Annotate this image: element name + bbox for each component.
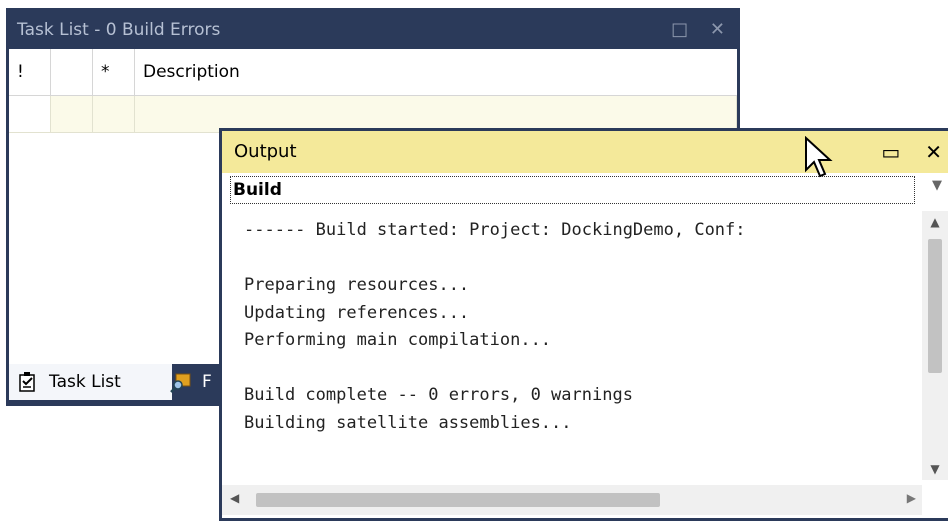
- scroll-right-icon[interactable]: ▶: [907, 491, 916, 505]
- output-text-area[interactable]: ------ Build started: Project: DockingDe…: [222, 211, 922, 480]
- maximize-icon[interactable]: ▭: [881, 140, 900, 164]
- chevron-down-icon[interactable]: ▼: [932, 178, 942, 193]
- task-list-header-row: ! * Description: [9, 49, 737, 96]
- column-description-header[interactable]: Description: [135, 49, 737, 95]
- maximize-icon[interactable]: □: [671, 19, 688, 40]
- task-list-title: Task List - 0 Build Errors: [17, 20, 221, 40]
- find-results-icon: [170, 373, 191, 393]
- mouse-cursor-icon: [805, 136, 833, 178]
- scroll-left-icon[interactable]: ◀: [230, 491, 239, 505]
- tab-task-list-label: Task List: [49, 372, 121, 392]
- table-cell[interactable]: [135, 96, 737, 132]
- tab-task-list[interactable]: Task List: [9, 364, 172, 400]
- tab-find-results-label: F: [202, 372, 212, 392]
- vertical-scrollbar[interactable]: ▲ ▼: [922, 211, 948, 480]
- column-checked-header[interactable]: *: [93, 49, 135, 95]
- column-priority-header[interactable]: !: [9, 49, 51, 95]
- scroll-down-icon[interactable]: ▼: [922, 462, 948, 476]
- output-title: Output: [234, 141, 297, 162]
- output-line: Building satellite assemblies...: [244, 412, 572, 433]
- output-line: ------ Build started: Project: DockingDe…: [244, 220, 746, 240]
- close-icon[interactable]: ✕: [925, 140, 942, 164]
- scroll-up-icon[interactable]: ▲: [922, 215, 948, 229]
- output-line: Preparing resources...: [244, 275, 470, 295]
- table-cell: [51, 96, 93, 132]
- output-line: Performing main compilation...: [244, 330, 552, 350]
- output-source-dropdown[interactable]: Build ▼: [222, 173, 948, 209]
- table-cell: [93, 96, 135, 132]
- horizontal-scrollbar[interactable]: ◀ ▶: [222, 485, 922, 515]
- vertical-scroll-thumb[interactable]: [928, 239, 942, 373]
- horizontal-scroll-thumb[interactable]: [256, 493, 660, 507]
- output-line: Updating references...: [244, 302, 470, 323]
- close-icon[interactable]: ✕: [710, 19, 725, 40]
- table-cell: [9, 96, 51, 132]
- output-pane: Build ▼ ------ Build started: Project: D…: [222, 173, 948, 518]
- output-line: Build complete -- 0 errors, 0 warnings: [244, 385, 633, 405]
- task-list-titlebar[interactable]: Task List - 0 Build Errors □ ✕: [9, 11, 737, 49]
- output-window: Output ▭ ✕ Build ▼ ------ Build started:…: [219, 128, 948, 521]
- column-type-header[interactable]: [51, 49, 93, 95]
- output-titlebar[interactable]: Output ▭ ✕: [222, 131, 948, 173]
- task-list-icon: [19, 372, 35, 392]
